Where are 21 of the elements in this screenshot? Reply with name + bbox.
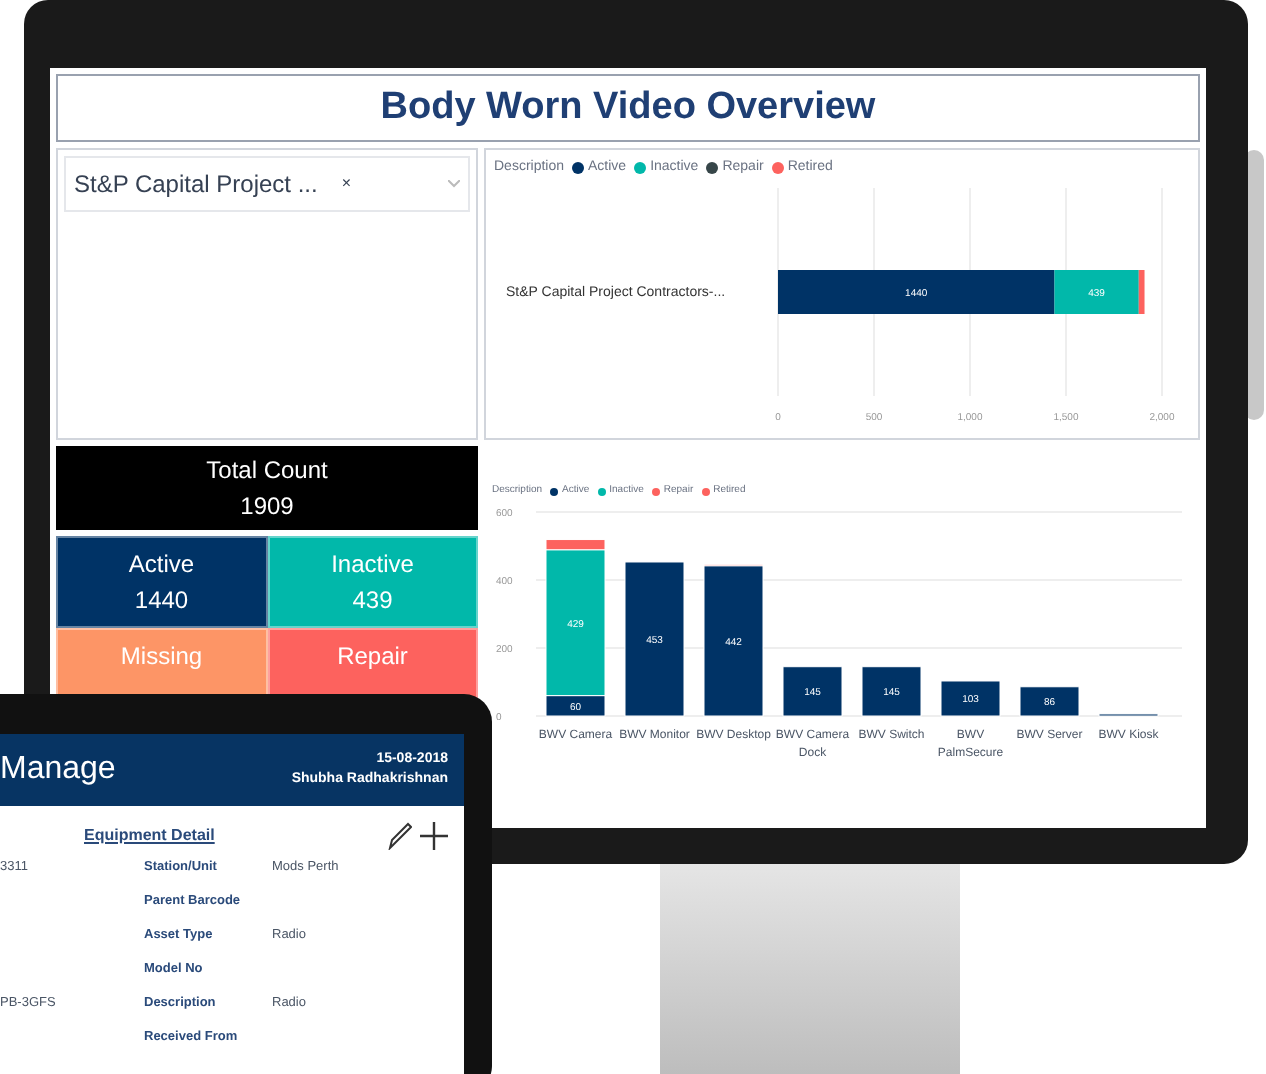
bar-segment [782, 665, 843, 716]
card-label: Repair [337, 640, 408, 674]
bar-segment [861, 665, 922, 716]
report-title: Body Worn Video Overview [380, 83, 876, 132]
app-title: Manage [0, 750, 116, 790]
card-value: 439 [352, 584, 393, 618]
clear-selection-button[interactable]: × [341, 172, 352, 196]
slicer-value: St&P Capital Project ... [74, 168, 318, 202]
card-label: Missing [120, 640, 203, 674]
card-label: Inactive [331, 548, 414, 582]
card-label: Active [128, 548, 195, 582]
card-value: 1440 [134, 584, 189, 618]
slicer-dropdown[interactable]: St&P Capital Project ... × [64, 156, 470, 212]
plus-icon[interactable] [420, 822, 448, 850]
section-heading: Equipment Detail [84, 824, 215, 848]
bar-segment [1019, 685, 1080, 716]
card-label: Total Count [206, 454, 328, 488]
pencil-icon[interactable] [388, 822, 412, 850]
card-value: 1909 [240, 490, 294, 524]
bar-segment [940, 679, 1001, 716]
chevron-down-icon [448, 180, 460, 188]
